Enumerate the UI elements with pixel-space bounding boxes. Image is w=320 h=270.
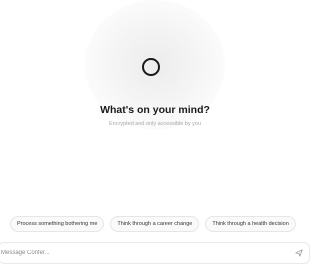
suggestion-chip-career[interactable]: Think through a career change — [110, 216, 200, 232]
message-composer — [0, 242, 310, 264]
send-icon[interactable] — [295, 249, 303, 257]
page-title: What's on your mind? — [100, 104, 210, 116]
message-input[interactable] — [1, 250, 295, 256]
suggestion-chip-health[interactable]: Think through a health decision — [205, 216, 296, 232]
ring-logo-icon — [142, 58, 160, 76]
suggestion-chips: Process something bothering me Think thr… — [10, 216, 296, 232]
page-subtitle: Encrypted and only accessible by you — [108, 121, 202, 127]
suggestion-chip-process[interactable]: Process something bothering me — [10, 216, 105, 232]
app-window: What's on your mind? Encrypted and only … — [0, 0, 310, 270]
